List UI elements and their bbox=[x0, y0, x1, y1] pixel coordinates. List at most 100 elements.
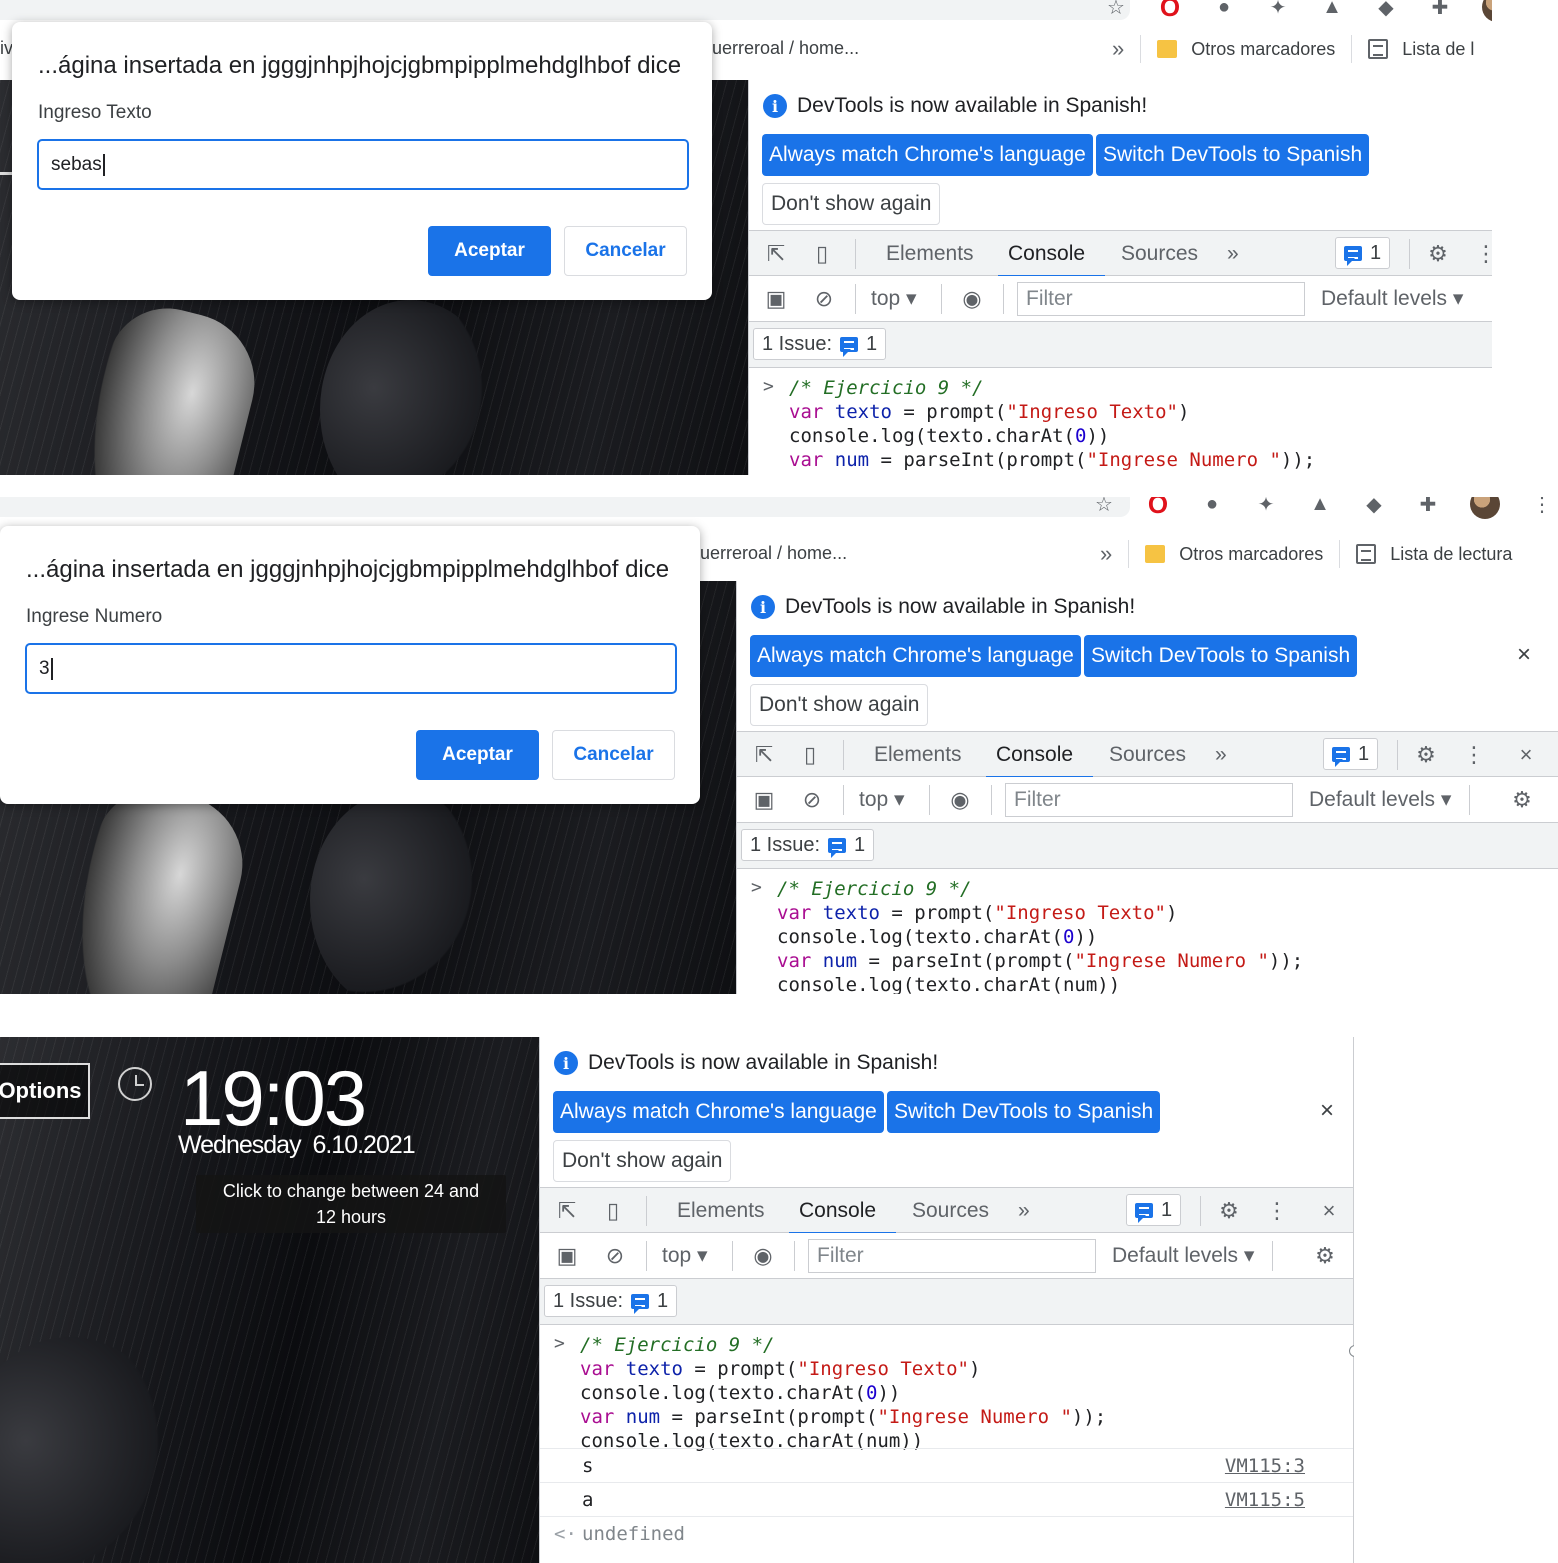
switch-spanish-button[interactable]: Switch DevTools to Spanish bbox=[1096, 134, 1370, 176]
extension-icon[interactable]: ✦ bbox=[1266, 0, 1290, 19]
log-source-link[interactable]: VM115:3 bbox=[1225, 1455, 1305, 1477]
issues-badge[interactable]: 1 bbox=[1126, 1194, 1182, 1226]
prompt-input[interactable]: 3 bbox=[25, 643, 677, 694]
cancel-button[interactable]: Cancelar bbox=[552, 730, 675, 780]
clear-console-icon[interactable]: ⊘ bbox=[602, 1243, 628, 1269]
extension-icon[interactable]: ▲ bbox=[1308, 497, 1332, 516]
extension-icon[interactable]: ◆ bbox=[1374, 0, 1398, 19]
star-icon[interactable]: ☆ bbox=[1092, 497, 1116, 516]
issues-badge[interactable]: 1 bbox=[1323, 738, 1379, 770]
kebab-menu-icon[interactable]: ⋮ bbox=[1461, 742, 1487, 768]
gear-icon[interactable]: ⚙ bbox=[1425, 241, 1451, 267]
close-icon[interactable]: × bbox=[1316, 1198, 1342, 1224]
device-toolbar-icon[interactable]: ▯ bbox=[797, 742, 823, 768]
levels-dropdown[interactable]: Default levels ▾ bbox=[1321, 286, 1463, 311]
clear-console-icon[interactable]: ⊘ bbox=[811, 286, 837, 312]
opera-icon[interactable]: O bbox=[1146, 497, 1170, 519]
puzzle-icon[interactable]: ✚ bbox=[1416, 497, 1440, 516]
clock-icon[interactable] bbox=[118, 1067, 152, 1101]
close-icon[interactable]: × bbox=[1517, 641, 1531, 669]
accept-button[interactable]: Aceptar bbox=[416, 730, 539, 780]
eye-icon[interactable]: ◉ bbox=[947, 787, 973, 813]
cancel-button[interactable]: Cancelar bbox=[564, 226, 687, 276]
extension-icon[interactable]: ● bbox=[1200, 497, 1224, 516]
gear-icon[interactable]: ⚙ bbox=[1216, 1198, 1242, 1224]
console-output[interactable]: > /* Ejercicio 9 */ var texto = prompt("… bbox=[737, 869, 1558, 994]
other-bookmarks[interactable]: Otros marcadores bbox=[1191, 39, 1335, 60]
extension-icon[interactable]: ● bbox=[1212, 0, 1236, 19]
console-settings-icon[interactable]: ⚙ bbox=[1312, 1243, 1338, 1269]
more-tabs-icon[interactable]: » bbox=[1018, 1188, 1030, 1234]
issues-link[interactable]: 1 Issue: 1 bbox=[544, 1285, 678, 1317]
kebab-menu-icon[interactable]: ⋮ bbox=[1530, 497, 1554, 516]
profile-avatar[interactable] bbox=[1470, 497, 1500, 519]
match-language-button[interactable]: Always match Chrome's language bbox=[553, 1091, 884, 1133]
console-output[interactable]: > /* Ejercicio 9 */ var texto = prompt("… bbox=[749, 368, 1492, 475]
options-button[interactable]: Options bbox=[0, 1063, 90, 1119]
inspect-icon[interactable]: ⇱ bbox=[763, 241, 789, 267]
close-icon[interactable]: × bbox=[1320, 1097, 1334, 1125]
tab-console[interactable]: Console bbox=[985, 732, 1094, 779]
extension-icon[interactable]: ▲ bbox=[1320, 0, 1344, 19]
sidebar-toggle-icon[interactable]: ▣ bbox=[763, 286, 789, 312]
profile-avatar[interactable] bbox=[1482, 0, 1492, 22]
extension-icon[interactable]: ✦ bbox=[1254, 497, 1278, 516]
levels-dropdown[interactable]: Default levels ▾ bbox=[1309, 787, 1451, 812]
console-output[interactable]: > /* Ejercicio 9 */ var texto = prompt("… bbox=[540, 1325, 1353, 1563]
filter-input[interactable]: Filter bbox=[1017, 282, 1305, 316]
puzzle-icon[interactable]: ✚ bbox=[1428, 0, 1452, 19]
kebab-menu-icon[interactable]: ⋮ bbox=[1473, 241, 1492, 267]
issues-badge[interactable]: 1 bbox=[1335, 237, 1391, 269]
extension-icon[interactable]: ◆ bbox=[1362, 497, 1386, 516]
other-bookmarks[interactable]: Otros marcadores bbox=[1179, 544, 1323, 565]
console-settings-icon[interactable]: ⚙ bbox=[1509, 787, 1535, 813]
match-language-button[interactable]: Always match Chrome's language bbox=[762, 134, 1093, 176]
inspect-icon[interactable]: ⇱ bbox=[554, 1198, 580, 1224]
tab-sources[interactable]: Sources bbox=[1121, 231, 1198, 277]
sidebar-toggle-icon[interactable]: ▣ bbox=[751, 787, 777, 813]
tab-elements[interactable]: Elements bbox=[677, 1188, 765, 1234]
context-selector[interactable]: top ▾ bbox=[662, 1243, 708, 1268]
bookmark-item[interactable]: uerreroal / home... bbox=[712, 38, 859, 59]
eye-icon[interactable]: ◉ bbox=[959, 286, 985, 312]
resize-handle[interactable] bbox=[1349, 1345, 1354, 1357]
filter-input[interactable]: Filter bbox=[808, 1239, 1096, 1273]
levels-dropdown[interactable]: Default levels ▾ bbox=[1112, 1243, 1254, 1268]
device-toolbar-icon[interactable]: ▯ bbox=[600, 1198, 626, 1224]
tab-sources[interactable]: Sources bbox=[1109, 732, 1186, 778]
bookmarks-overflow-icon[interactable]: » bbox=[1100, 541, 1112, 567]
tab-elements[interactable]: Elements bbox=[874, 732, 962, 778]
accept-button[interactable]: Aceptar bbox=[428, 226, 551, 276]
dont-show-again-button[interactable]: Don't show again bbox=[750, 684, 929, 726]
tab-elements[interactable]: Elements bbox=[886, 231, 974, 277]
gear-icon[interactable]: ⚙ bbox=[1413, 742, 1439, 768]
bookmark-item[interactable]: uerreroal / home... bbox=[700, 543, 847, 564]
sidebar-toggle-icon[interactable]: ▣ bbox=[554, 1243, 580, 1269]
more-tabs-icon[interactable]: » bbox=[1227, 231, 1239, 277]
reading-list[interactable]: Lista de l bbox=[1402, 39, 1474, 60]
context-selector[interactable]: top ▾ bbox=[871, 286, 917, 311]
dont-show-again-button[interactable]: Don't show again bbox=[762, 183, 941, 225]
tab-console[interactable]: Console bbox=[997, 231, 1106, 278]
more-tabs-icon[interactable]: » bbox=[1215, 732, 1227, 778]
context-selector[interactable]: top ▾ bbox=[859, 787, 905, 812]
match-language-button[interactable]: Always match Chrome's language bbox=[750, 635, 1081, 677]
eye-icon[interactable]: ◉ bbox=[750, 1243, 776, 1269]
tab-console[interactable]: Console bbox=[788, 1188, 897, 1235]
close-icon[interactable]: × bbox=[1513, 742, 1539, 768]
opera-icon[interactable]: O bbox=[1158, 0, 1182, 22]
tab-sources[interactable]: Sources bbox=[912, 1188, 989, 1234]
log-source-link[interactable]: VM115:5 bbox=[1225, 1489, 1305, 1511]
device-toolbar-icon[interactable]: ▯ bbox=[809, 241, 835, 267]
issues-link[interactable]: 1 Issue: 1 bbox=[753, 328, 887, 360]
star-icon[interactable]: ☆ bbox=[1104, 0, 1128, 19]
dont-show-again-button[interactable]: Don't show again bbox=[553, 1140, 732, 1182]
clear-console-icon[interactable]: ⊘ bbox=[799, 787, 825, 813]
filter-input[interactable]: Filter bbox=[1005, 783, 1293, 817]
kebab-menu-icon[interactable]: ⋮ bbox=[1264, 1198, 1290, 1224]
inspect-icon[interactable]: ⇱ bbox=[751, 742, 777, 768]
bookmarks-overflow-icon[interactable]: » bbox=[1112, 36, 1124, 62]
switch-spanish-button[interactable]: Switch DevTools to Spanish bbox=[1084, 635, 1358, 677]
issues-link[interactable]: 1 Issue: 1 bbox=[741, 829, 875, 861]
prompt-input[interactable]: sebas bbox=[37, 139, 689, 190]
